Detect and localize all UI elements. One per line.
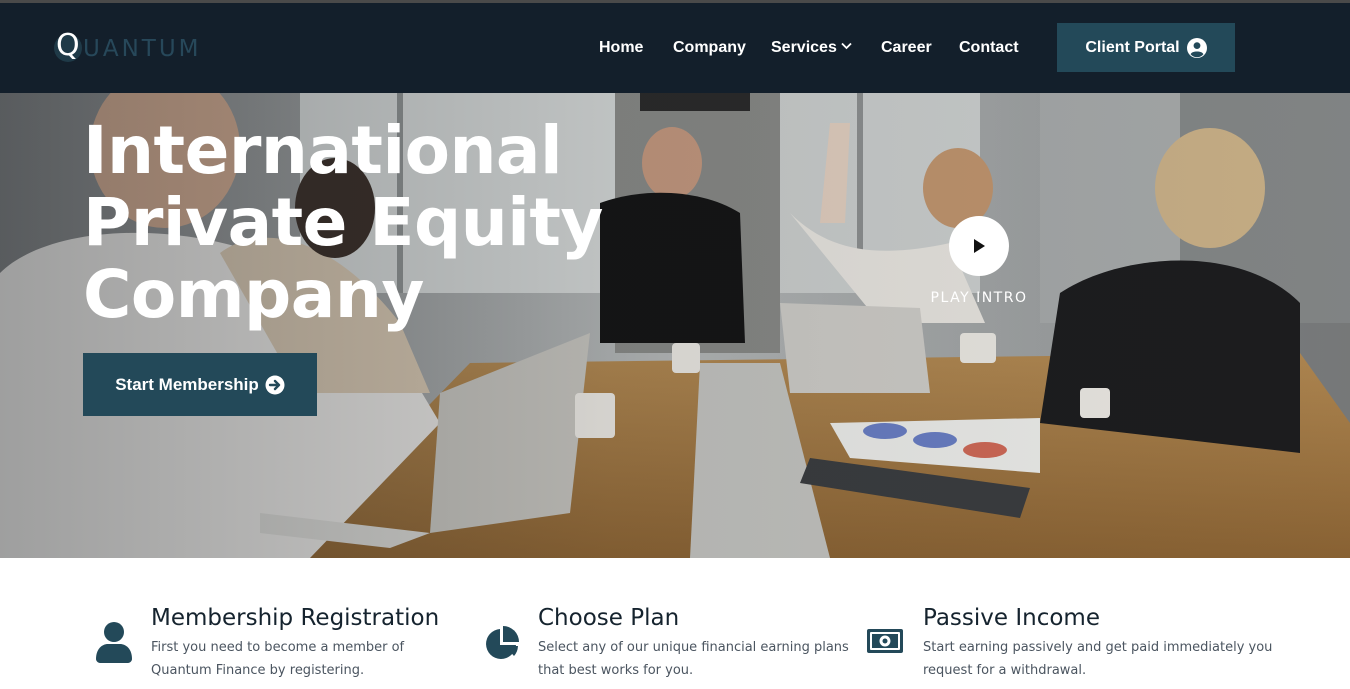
user-icon — [96, 622, 132, 663]
nav-services-label: Services — [771, 39, 837, 56]
feature-description: Start earning passively and get paid imm… — [923, 636, 1283, 682]
nav-contact[interactable]: Contact — [959, 37, 1019, 59]
nav-career[interactable]: Career — [881, 37, 932, 59]
feature-description: Select any of our unique financial earni… — [538, 636, 858, 682]
nav-services[interactable]: Services — [771, 37, 852, 59]
hero-title: International Private Equity Company — [83, 115, 643, 331]
nav-home[interactable]: Home — [599, 37, 643, 59]
feature-description-line: Quantum Finance by registering. — [151, 663, 365, 678]
feature-description-line: Start earning passively and get paid imm… — [923, 640, 1273, 655]
client-portal-label: Client Portal — [1085, 38, 1180, 56]
nav-company[interactable]: Company — [673, 37, 746, 59]
start-membership-button[interactable]: Start Membership — [83, 353, 317, 416]
hero-section: International Private Equity Company Sta… — [0, 93, 1350, 558]
logo-text: UANTUM — [83, 36, 202, 62]
feature-description: First you need to become a member of Qua… — [151, 636, 461, 682]
arrow-right-circle-icon — [265, 375, 285, 394]
chevron-down-icon — [841, 43, 852, 50]
logo-mark: Q — [54, 28, 86, 68]
play-icon — [974, 239, 985, 253]
client-portal-button[interactable]: Client Portal — [1057, 23, 1235, 72]
site-header: Q UANTUM Home Company Services Career Co… — [0, 3, 1350, 93]
feature-title: Choose Plan — [538, 605, 680, 631]
user-circle-icon — [1186, 37, 1207, 58]
feature-description-line: Select any of our unique financial earni… — [538, 640, 849, 655]
feature-title: Passive Income — [923, 605, 1100, 631]
logo-letter: Q — [56, 28, 80, 63]
hero-title-line-1: International — [83, 112, 563, 189]
logo[interactable]: Q UANTUM — [54, 28, 202, 68]
money-bill-icon — [867, 629, 903, 653]
hero-title-line-2: Private Equity — [83, 184, 603, 261]
play-intro-label[interactable]: PLAY INTRO — [920, 290, 1038, 306]
feature-description-line: First you need to become a member of — [151, 640, 405, 655]
play-intro-button[interactable] — [949, 216, 1009, 276]
start-membership-label: Start Membership — [115, 374, 259, 394]
feature-title: Membership Registration — [151, 605, 440, 631]
hero-title-line-3: Company — [83, 256, 424, 333]
feature-description-line: request for a withdrawal. — [923, 663, 1087, 678]
pie-chart-icon — [486, 626, 519, 659]
feature-description-line: that best works for you. — [538, 663, 694, 678]
